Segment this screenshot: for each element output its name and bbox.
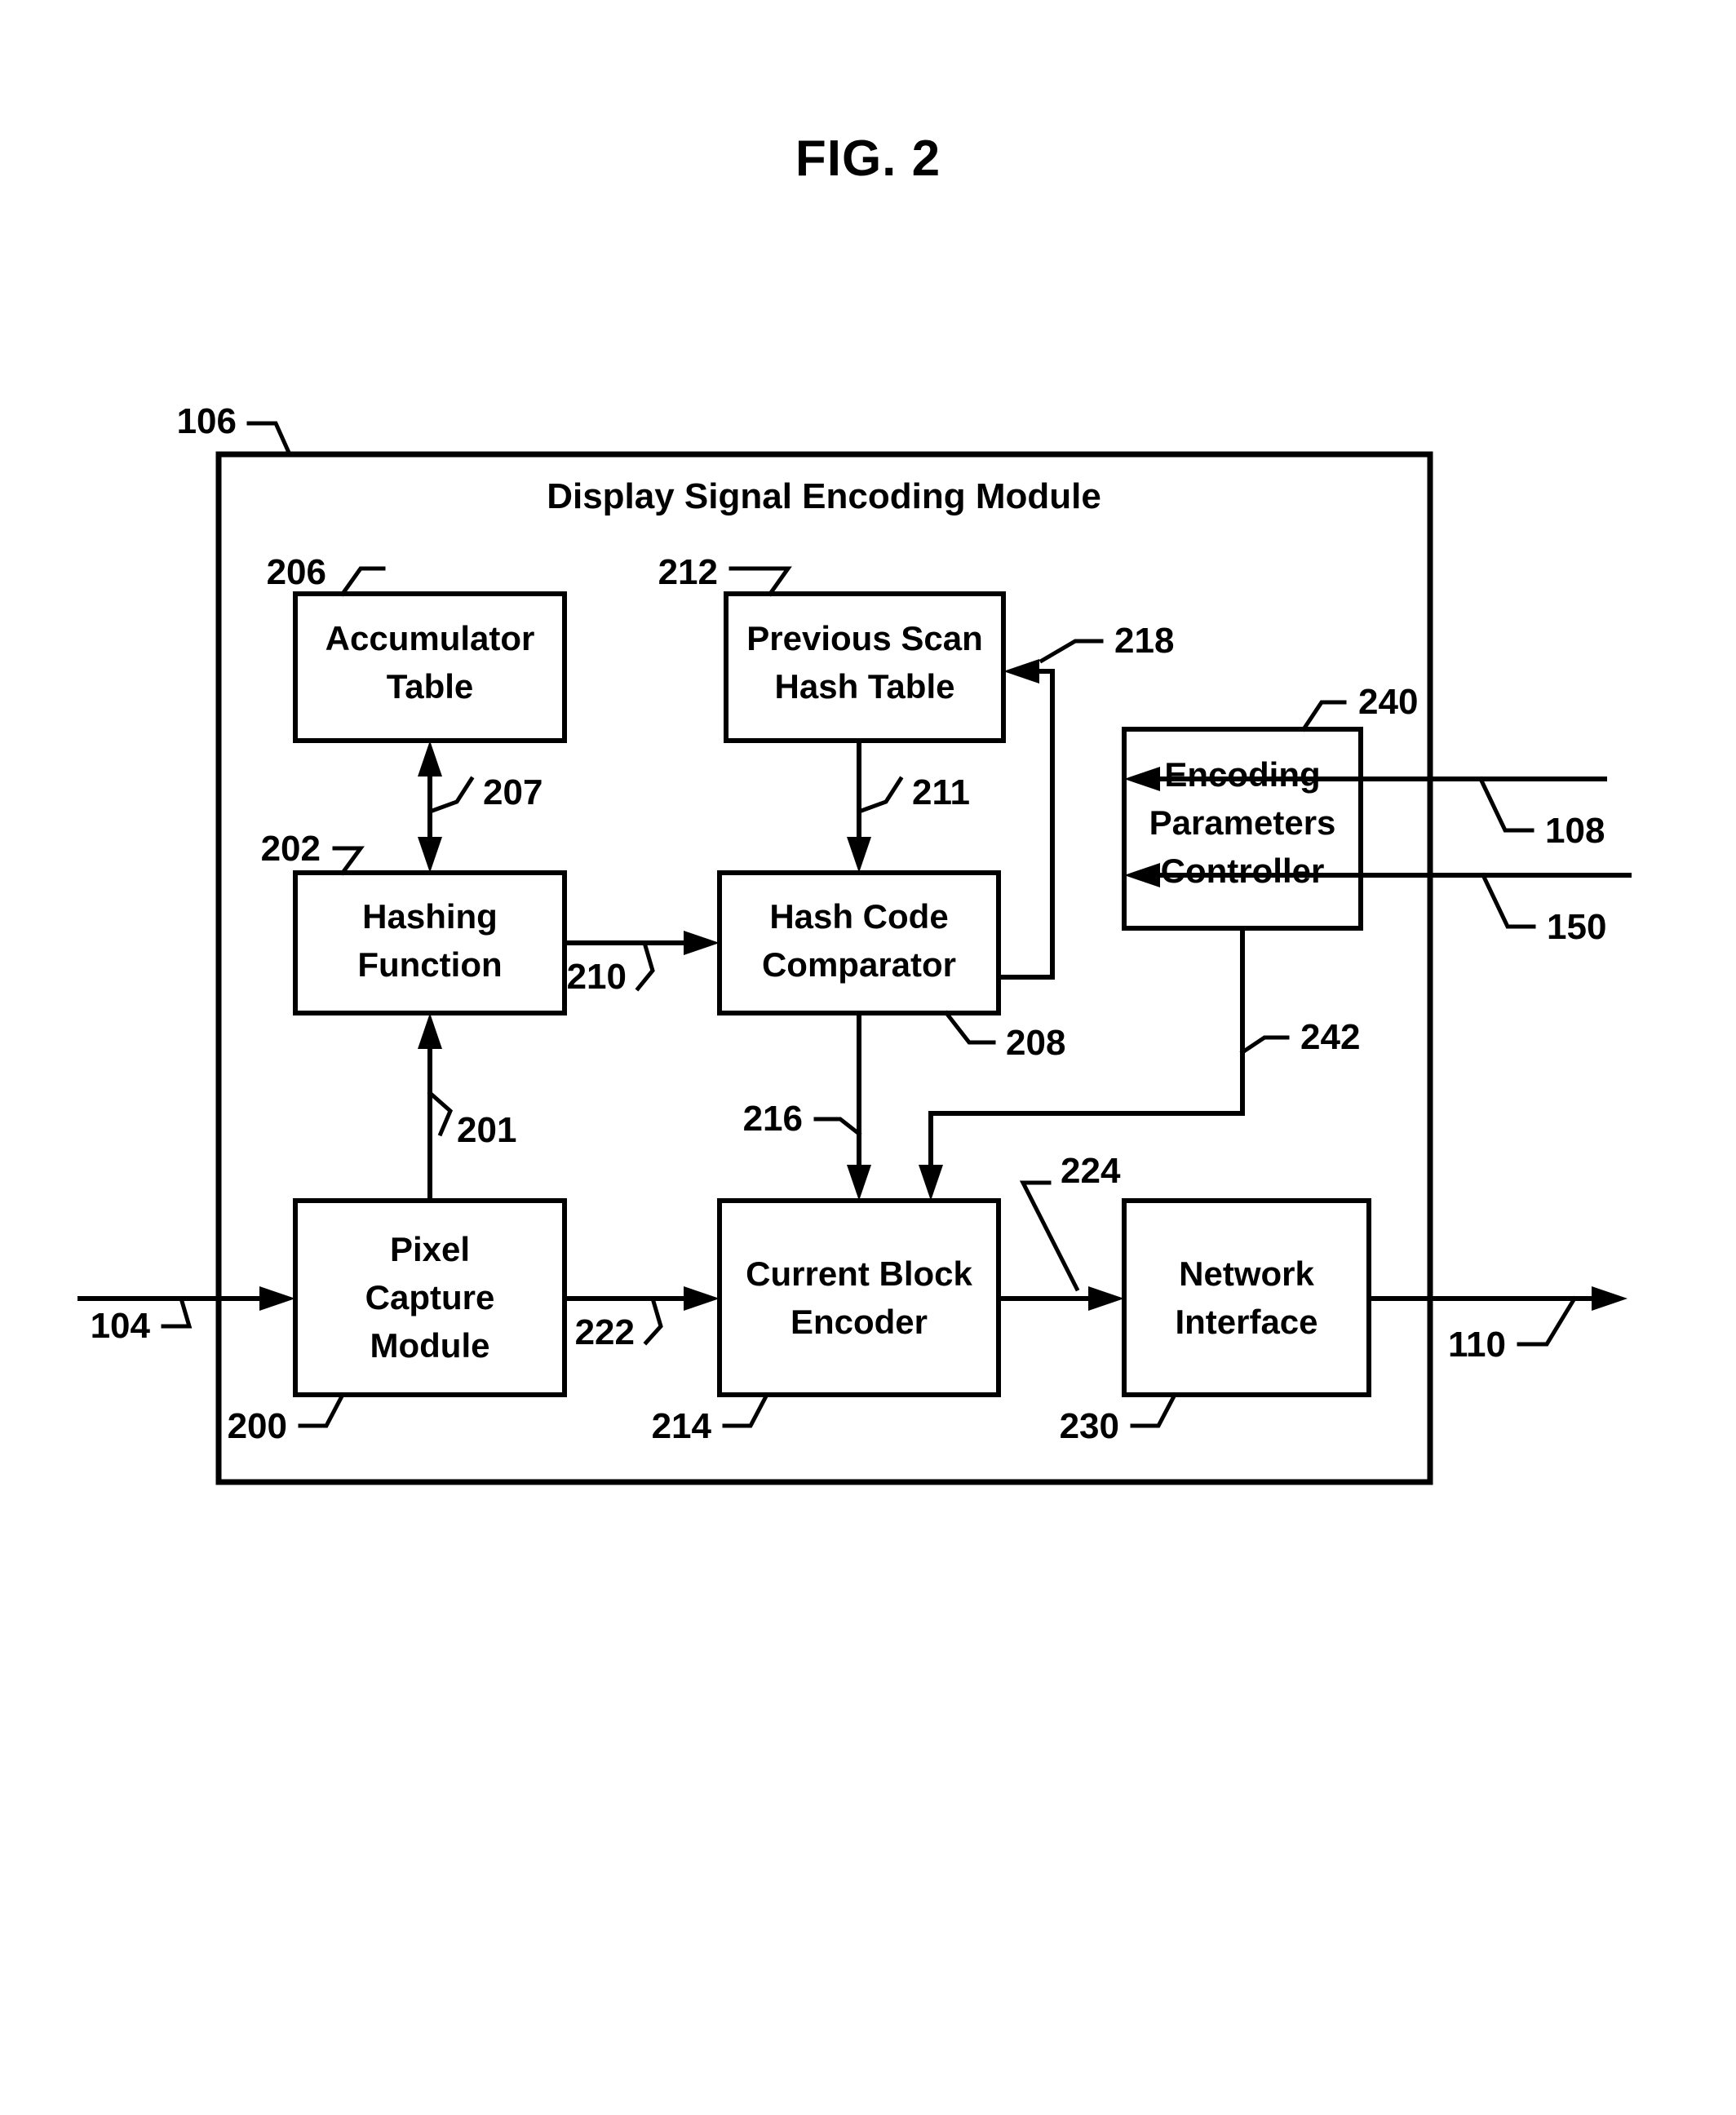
current-block-encoder-label-line1: Current Block <box>746 1254 972 1293</box>
ref-210: 210 <box>567 957 627 997</box>
ref-201: 201 <box>457 1110 516 1150</box>
hash-code-comparator-label-line1: Hash Code <box>769 897 948 936</box>
current-block-encoder-label-line2: Encoder <box>790 1303 928 1341</box>
ref-110: 110 <box>1448 1325 1506 1365</box>
ref-106: 106 <box>177 401 237 441</box>
pixel-capture-module-label-line1: Pixel <box>390 1230 470 1268</box>
leader-106 <box>246 421 293 458</box>
pixel-capture-module-label-line2: Capture <box>365 1278 495 1316</box>
ref-200: 200 <box>228 1406 287 1446</box>
ref-202: 202 <box>261 829 321 869</box>
ref-108: 108 <box>1545 811 1605 851</box>
patent-figure-diagram: FIG. 2 Display Signal Encoding Module 10… <box>78 131 1632 1485</box>
block-hash-code-comparator[interactable] <box>717 870 1001 1015</box>
encoding-parameters-controller-label-line1: Encoding <box>1164 755 1320 794</box>
ref-207: 207 <box>483 772 542 812</box>
hashing-function-label-line1: Hashing <box>362 897 498 936</box>
figure-root: FIG. 2 Display Signal Encoding Module 10… <box>0 0 1736 2115</box>
leader-108 <box>1477 776 1534 833</box>
figure-title: FIG. 2 <box>795 131 941 187</box>
accumulator-table-label-line1: Accumulator <box>326 619 535 657</box>
network-interface-label-line2: Interface <box>1175 1303 1318 1341</box>
ref-218: 218 <box>1114 621 1174 661</box>
ref-224: 224 <box>1061 1151 1121 1191</box>
leader-104 <box>161 1295 193 1329</box>
previous-scan-hash-table-label-line2: Hash Table <box>775 667 955 706</box>
ref-212: 212 <box>658 552 718 592</box>
ref-206: 206 <box>267 552 326 592</box>
network-interface-label-line1: Network <box>1179 1254 1314 1293</box>
block-network-interface[interactable] <box>1122 1198 1371 1397</box>
accumulator-table-label-line2: Table <box>387 667 474 706</box>
ref-214: 214 <box>652 1406 712 1446</box>
hash-code-comparator-label-line2: Comparator <box>762 945 956 984</box>
ref-216: 216 <box>743 1099 803 1139</box>
ref-211: 211 <box>912 772 970 812</box>
connector-110-arrowhead <box>1592 1286 1628 1311</box>
ref-240: 240 <box>1358 682 1418 722</box>
ref-230: 230 <box>1060 1406 1119 1446</box>
ref-222: 222 <box>575 1312 635 1352</box>
encoding-parameters-controller-label-line2: Parameters <box>1149 803 1336 842</box>
leader-150 <box>1480 872 1536 929</box>
encoding-parameters-controller-label-line3: Controller <box>1161 852 1325 890</box>
pixel-capture-module-label-line3: Module <box>370 1326 490 1365</box>
previous-scan-hash-table-label-line1: Previous Scan <box>746 619 982 657</box>
block-hashing-function[interactable] <box>293 870 567 1015</box>
block-current-block-encoder[interactable] <box>717 1198 1001 1397</box>
hashing-function-label-line2: Function <box>357 945 502 984</box>
ref-242: 242 <box>1300 1017 1360 1057</box>
ref-150: 150 <box>1547 907 1606 947</box>
leader-110 <box>1517 1295 1578 1347</box>
ref-104: 104 <box>91 1306 151 1346</box>
ref-208: 208 <box>1006 1023 1065 1063</box>
module-title: Display Signal Encoding Module <box>547 476 1101 516</box>
